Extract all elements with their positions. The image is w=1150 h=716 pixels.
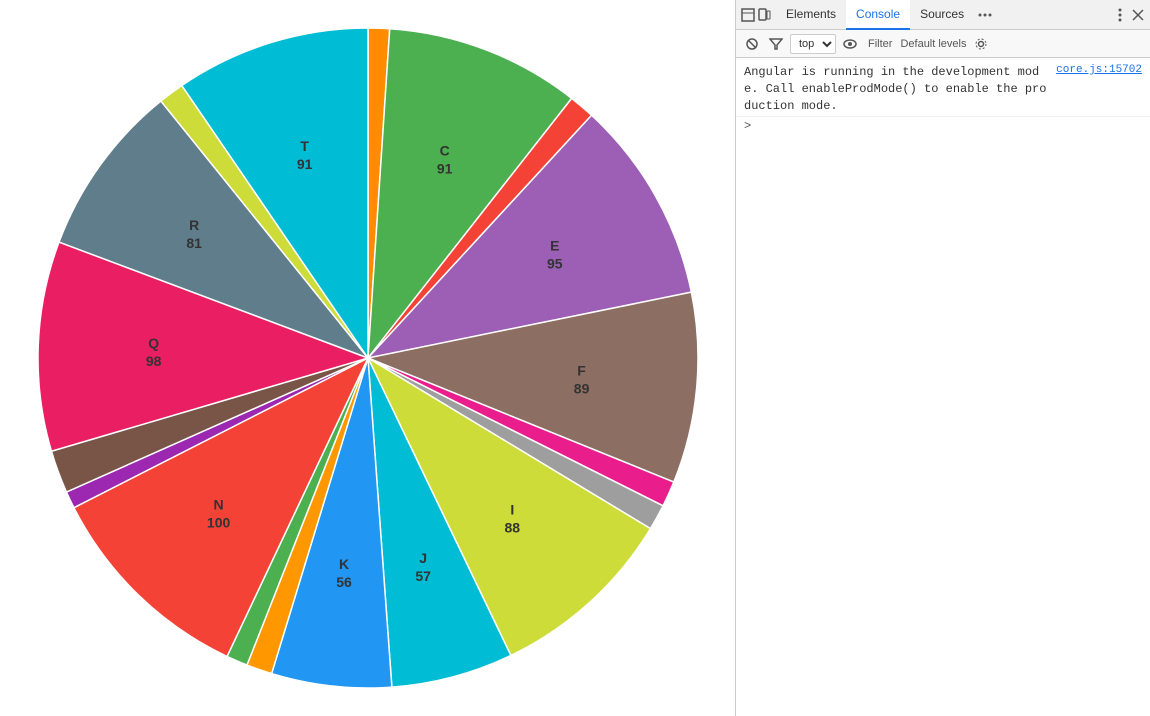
value-e: 95 <box>547 255 563 271</box>
value-c: 91 <box>436 160 452 176</box>
label-j: J <box>419 550 427 566</box>
tab-sources[interactable]: Sources <box>910 0 974 30</box>
label-k: K <box>338 556 348 572</box>
context-select[interactable]: top <box>790 34 836 54</box>
console-prompt[interactable]: > <box>736 117 1150 135</box>
eye-icon-button[interactable] <box>840 34 860 54</box>
pie-chart: C 91 E 95 F 89 I 88 J 57 K 56 N 100 Q 98 R 81 T 91 <box>18 8 718 708</box>
value-q: 98 <box>145 353 161 369</box>
label-n: N <box>213 497 223 513</box>
more-options-icon[interactable] <box>1112 7 1128 23</box>
chart-area: C 91 E 95 F 89 I 88 J 57 K 56 N 100 Q 98 R 81 T 91 <box>0 0 735 716</box>
console-log-line: Angular is running in the development mo… <box>736 62 1150 117</box>
tab-actions <box>1112 7 1146 23</box>
value-i: 88 <box>504 519 520 535</box>
value-r: 81 <box>186 235 202 251</box>
label-q: Q <box>148 335 159 351</box>
label-r: R <box>189 217 199 233</box>
inspect-icon[interactable] <box>740 7 756 23</box>
tab-elements[interactable]: Elements <box>776 0 846 30</box>
console-output: Angular is running in the development mo… <box>736 58 1150 716</box>
value-j: 57 <box>415 568 431 584</box>
filter-toggle-button[interactable] <box>766 34 786 54</box>
tab-console[interactable]: Console <box>846 0 910 30</box>
value-f: 89 <box>573 380 589 396</box>
close-icon[interactable] <box>1130 7 1146 23</box>
devtools-tabs: Elements Console Sources <box>736 0 1150 30</box>
label-f: F <box>577 362 586 378</box>
value-t: 91 <box>296 156 312 172</box>
devtools-toolbar: top Filter Default levels <box>736 30 1150 58</box>
clear-console-button[interactable] <box>742 34 762 54</box>
device-icon[interactable] <box>756 7 772 23</box>
label-e: E <box>550 237 559 253</box>
console-source-link[interactable]: core.js:15702 <box>1056 64 1142 76</box>
label-i: I <box>510 501 514 517</box>
console-message: Angular is running in the development mo… <box>744 64 1048 114</box>
filter-label: Filter <box>868 38 892 50</box>
devtools-panel: Elements Console Sources <box>735 0 1150 716</box>
label-t: T <box>300 138 309 154</box>
label-c: C <box>439 142 449 158</box>
settings-gear-icon[interactable] <box>971 34 991 54</box>
value-k: 56 <box>336 574 352 590</box>
levels-label: Default levels <box>900 38 966 50</box>
value-n: 100 <box>206 515 230 531</box>
more-tabs-icon[interactable] <box>974 4 996 26</box>
